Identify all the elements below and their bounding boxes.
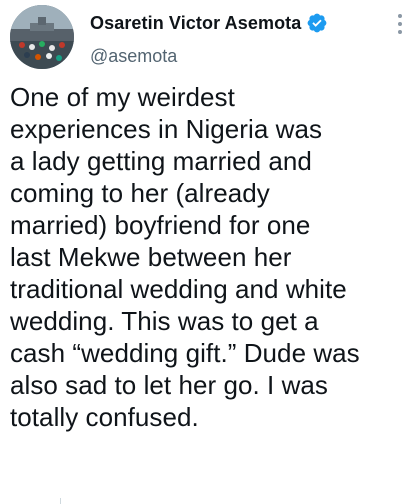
tweet-text: One of my weirdest experiences in Nigeri… <box>10 82 360 432</box>
author-handle[interactable]: @asemota <box>90 46 378 67</box>
author-name-row: Osaretin Victor Asemota <box>90 10 378 36</box>
thread-divider <box>60 498 61 504</box>
author-block: Osaretin Victor Asemota @asemota <box>90 10 378 67</box>
more-vertical-icon[interactable] <box>396 14 404 38</box>
avatar-image <box>10 5 74 69</box>
verified-badge-icon <box>306 12 328 34</box>
tweet-card: Osaretin Victor Asemota @asemota One of … <box>0 0 418 504</box>
author-display-name[interactable]: Osaretin Victor Asemota <box>90 13 301 34</box>
avatar[interactable] <box>10 5 74 69</box>
